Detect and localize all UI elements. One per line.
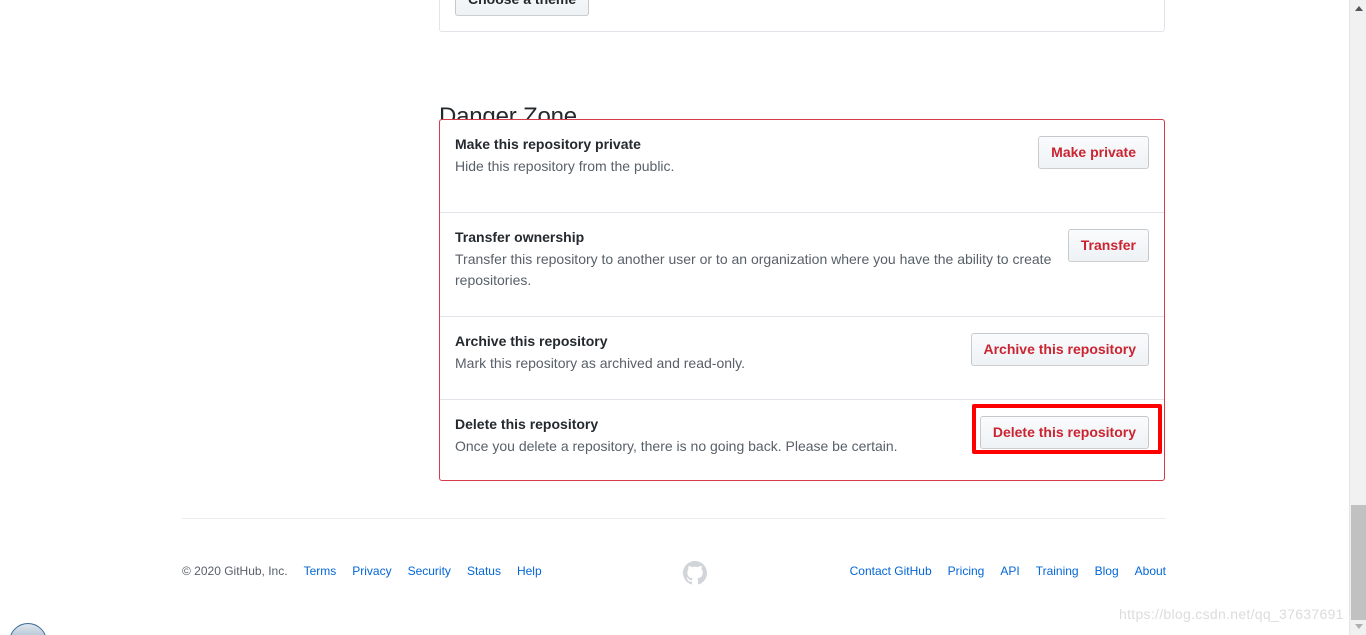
footer-link-security[interactable]: Security xyxy=(408,560,451,582)
vertical-scrollbar[interactable] xyxy=(1349,0,1366,635)
danger-row-archive-repository: Archive this repository Mark this reposi… xyxy=(440,317,1164,400)
danger-row-transfer-ownership: Transfer ownership Transfer this reposit… xyxy=(440,213,1164,317)
make-private-button[interactable]: Make private xyxy=(1038,136,1149,169)
footer-link-status[interactable]: Status xyxy=(467,560,501,582)
footer-link-about[interactable]: About xyxy=(1135,560,1166,582)
scroll-down-arrow-icon[interactable] xyxy=(1350,618,1366,635)
footer-link-contact-github[interactable]: Contact GitHub xyxy=(850,560,932,582)
footer-right-links: Contact GitHub Pricing API Training Blog… xyxy=(850,560,1166,582)
footer-divider xyxy=(182,518,1166,519)
footer: © 2020 GitHub, Inc. Terms Privacy Securi… xyxy=(182,560,1166,585)
copyright-text: © 2020 GitHub, Inc. xyxy=(182,564,288,578)
footer-link-privacy[interactable]: Privacy xyxy=(352,560,391,582)
archive-this-repository-button[interactable]: Archive this repository xyxy=(970,333,1149,366)
footer-link-training[interactable]: Training xyxy=(1036,560,1079,582)
danger-row-title: Archive this repository xyxy=(455,333,608,349)
transfer-button[interactable]: Transfer xyxy=(1067,229,1149,262)
danger-row-title: Transfer ownership xyxy=(455,229,585,245)
scroll-up-arrow-icon[interactable] xyxy=(1350,0,1366,17)
danger-row-title: Delete this repository xyxy=(455,416,599,432)
footer-link-pricing[interactable]: Pricing xyxy=(948,560,985,582)
danger-row-delete-repository: Delete this repository Once you delete a… xyxy=(440,400,1164,481)
github-mark-icon xyxy=(683,561,707,585)
choose-a-theme-button[interactable]: Choose a theme xyxy=(455,0,590,16)
danger-row-text: Delete this repository Once you delete a… xyxy=(455,414,898,457)
danger-row-description: Transfer this repository to another user… xyxy=(455,251,1052,288)
theme-panel: Choose a theme xyxy=(439,0,1165,32)
delete-this-repository-button[interactable]: Delete this repository xyxy=(979,416,1149,449)
scrollbar-thumb[interactable] xyxy=(1351,505,1366,620)
danger-row-description: Once you delete a repository, there is n… xyxy=(455,438,898,454)
danger-row-text: Archive this repository Mark this reposi… xyxy=(455,331,745,374)
footer-link-help[interactable]: Help xyxy=(517,560,542,582)
danger-row-text: Transfer ownership Transfer this reposit… xyxy=(455,227,1055,291)
danger-row-make-private: Make this repository private Hide this r… xyxy=(440,120,1164,213)
footer-link-blog[interactable]: Blog xyxy=(1095,560,1119,582)
danger-row-text: Make this repository private Hide this r… xyxy=(455,134,674,177)
danger-row-title: Make this repository private xyxy=(455,136,641,152)
page-root: Choose a theme Danger Zone Make this rep… xyxy=(0,0,1366,635)
danger-zone-box: Make this repository private Hide this r… xyxy=(439,119,1165,481)
watermark-text: https://blog.csdn.net/qq_37637691 xyxy=(1119,606,1344,622)
footer-left-links: © 2020 GitHub, Inc. Terms Privacy Securi… xyxy=(182,560,542,582)
danger-row-description: Mark this repository as archived and rea… xyxy=(455,355,745,371)
taskbar-orb-icon[interactable] xyxy=(9,623,47,635)
danger-row-description: Hide this repository from the public. xyxy=(455,158,675,174)
footer-link-api[interactable]: API xyxy=(1000,560,1019,582)
footer-link-terms[interactable]: Terms xyxy=(304,560,337,582)
